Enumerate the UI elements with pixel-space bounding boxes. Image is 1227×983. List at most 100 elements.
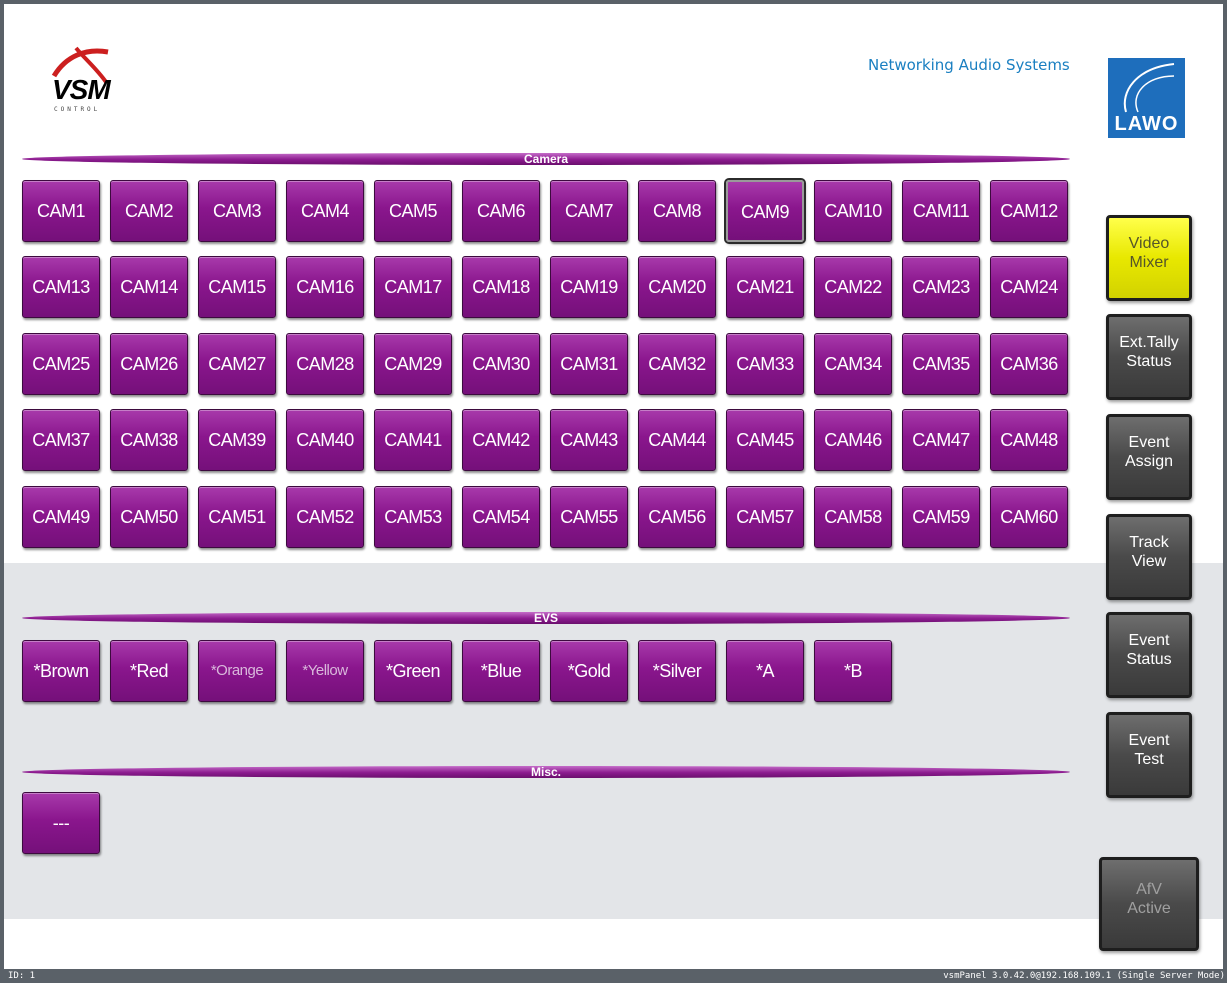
camera-button-cam15[interactable]: CAM15 bbox=[198, 256, 276, 318]
camera-button-cam8[interactable]: CAM8 bbox=[638, 180, 716, 242]
track-view-button[interactable]: Track View bbox=[1106, 514, 1192, 600]
camera-button-cam20[interactable]: CAM20 bbox=[638, 256, 716, 318]
misc-section-label: Misc. bbox=[530, 765, 561, 779]
camera-button-cam54[interactable]: CAM54 bbox=[462, 486, 540, 548]
camera-button-cam30[interactable]: CAM30 bbox=[462, 333, 540, 395]
camera-button-cam25[interactable]: CAM25 bbox=[22, 333, 100, 395]
camera-button-cam46[interactable]: CAM46 bbox=[814, 409, 892, 471]
camera-button-cam40[interactable]: CAM40 bbox=[286, 409, 364, 471]
camera-button-cam43[interactable]: CAM43 bbox=[550, 409, 628, 471]
camera-button-cam28[interactable]: CAM28 bbox=[286, 333, 364, 395]
video-mixer-button[interactable]: Video Mixer bbox=[1106, 215, 1192, 301]
misc-button-0[interactable]: --- bbox=[22, 792, 100, 854]
event-status-button[interactable]: Event Status bbox=[1106, 612, 1192, 698]
camera-button-cam13[interactable]: CAM13 bbox=[22, 256, 100, 318]
misc-section-header: Misc. bbox=[22, 765, 1070, 779]
afv-active-label: AfV Active bbox=[1127, 881, 1171, 917]
camera-section-label: Camera bbox=[523, 152, 569, 166]
camera-button-cam50[interactable]: CAM50 bbox=[110, 486, 188, 548]
camera-button-cam23[interactable]: CAM23 bbox=[902, 256, 980, 318]
camera-section-header: Camera bbox=[22, 152, 1070, 166]
evs-button-yellow[interactable]: *Yellow bbox=[286, 640, 364, 702]
camera-button-cam42[interactable]: CAM42 bbox=[462, 409, 540, 471]
camera-button-cam35[interactable]: CAM35 bbox=[902, 333, 980, 395]
tagline: Networking Audio Systems bbox=[868, 56, 1070, 74]
evs-button-red[interactable]: *Red bbox=[110, 640, 188, 702]
camera-button-cam55[interactable]: CAM55 bbox=[550, 486, 628, 548]
event-test-label: Event Test bbox=[1128, 732, 1170, 768]
ext-tally-status-button[interactable]: Ext.Tally Status bbox=[1106, 314, 1192, 400]
camera-button-cam18[interactable]: CAM18 bbox=[462, 256, 540, 318]
camera-button-cam53[interactable]: CAM53 bbox=[374, 486, 452, 548]
camera-button-cam21[interactable]: CAM21 bbox=[726, 256, 804, 318]
camera-button-cam44[interactable]: CAM44 bbox=[638, 409, 716, 471]
vsm-logo: VSM CONTROL bbox=[46, 46, 126, 118]
camera-button-cam3[interactable]: CAM3 bbox=[198, 180, 276, 242]
lawo-logo: LAWO bbox=[1108, 58, 1185, 138]
camera-button-cam49[interactable]: CAM49 bbox=[22, 486, 100, 548]
event-assign-button[interactable]: Event Assign bbox=[1106, 414, 1192, 500]
camera-button-cam47[interactable]: CAM47 bbox=[902, 409, 980, 471]
camera-button-cam48[interactable]: CAM48 bbox=[990, 409, 1068, 471]
camera-button-cam2[interactable]: CAM2 bbox=[110, 180, 188, 242]
event-test-button[interactable]: Event Test bbox=[1106, 712, 1192, 798]
camera-button-cam52[interactable]: CAM52 bbox=[286, 486, 364, 548]
camera-button-cam41[interactable]: CAM41 bbox=[374, 409, 452, 471]
camera-button-cam5[interactable]: CAM5 bbox=[374, 180, 452, 242]
camera-button-cam26[interactable]: CAM26 bbox=[110, 333, 188, 395]
camera-button-cam9[interactable]: CAM9 bbox=[726, 180, 804, 242]
camera-button-cam34[interactable]: CAM34 bbox=[814, 333, 892, 395]
camera-button-cam60[interactable]: CAM60 bbox=[990, 486, 1068, 548]
camera-button-cam56[interactable]: CAM56 bbox=[638, 486, 716, 548]
camera-button-cam6[interactable]: CAM6 bbox=[462, 180, 540, 242]
evs-button-b[interactable]: *B bbox=[814, 640, 892, 702]
evs-button-brown[interactable]: *Brown bbox=[22, 640, 100, 702]
camera-button-cam57[interactable]: CAM57 bbox=[726, 486, 804, 548]
ext-tally-status-label: Ext.Tally Status bbox=[1119, 334, 1179, 370]
camera-button-cam12[interactable]: CAM12 bbox=[990, 180, 1068, 242]
camera-button-cam27[interactable]: CAM27 bbox=[198, 333, 276, 395]
event-assign-label: Event Assign bbox=[1124, 434, 1174, 470]
camera-button-cam31[interactable]: CAM31 bbox=[550, 333, 628, 395]
camera-button-cam7[interactable]: CAM7 bbox=[550, 180, 628, 242]
evs-button-silver[interactable]: *Silver bbox=[638, 640, 716, 702]
camera-button-cam14[interactable]: CAM14 bbox=[110, 256, 188, 318]
lawo-logo-text: LAWO bbox=[1114, 113, 1179, 135]
camera-button-cam36[interactable]: CAM36 bbox=[990, 333, 1068, 395]
status-id: ID: 1 bbox=[8, 971, 36, 981]
evs-button-gold[interactable]: *Gold bbox=[550, 640, 628, 702]
evs-section-header: EVS bbox=[22, 611, 1070, 625]
camera-button-cam11[interactable]: CAM11 bbox=[902, 180, 980, 242]
camera-button-cam59[interactable]: CAM59 bbox=[902, 486, 980, 548]
camera-button-cam1[interactable]: CAM1 bbox=[22, 180, 100, 242]
camera-button-cam16[interactable]: CAM16 bbox=[286, 256, 364, 318]
afv-active-button[interactable]: AfV Active bbox=[1099, 857, 1199, 951]
camera-button-cam39[interactable]: CAM39 bbox=[198, 409, 276, 471]
camera-button-cam29[interactable]: CAM29 bbox=[374, 333, 452, 395]
vsm-logo-subtext: CONTROL bbox=[54, 106, 101, 113]
camera-button-cam37[interactable]: CAM37 bbox=[22, 409, 100, 471]
track-view-label: Track View bbox=[1129, 534, 1169, 570]
camera-button-cam4[interactable]: CAM4 bbox=[286, 180, 364, 242]
status-bar: ID: 1 vsmPanel 3.0.42.0@192.168.109.1 (S… bbox=[0, 969, 1227, 983]
camera-button-cam17[interactable]: CAM17 bbox=[374, 256, 452, 318]
camera-button-cam24[interactable]: CAM24 bbox=[990, 256, 1068, 318]
evs-button-a[interactable]: *A bbox=[726, 640, 804, 702]
evs-button-orange[interactable]: *Orange bbox=[198, 640, 276, 702]
video-mixer-label: Video Mixer bbox=[1128, 235, 1170, 271]
camera-button-cam33[interactable]: CAM33 bbox=[726, 333, 804, 395]
status-version: vsmPanel 3.0.42.0@192.168.109.1 (Single … bbox=[943, 971, 1225, 981]
evs-button-blue[interactable]: *Blue bbox=[462, 640, 540, 702]
camera-button-cam22[interactable]: CAM22 bbox=[814, 256, 892, 318]
evs-button-green[interactable]: *Green bbox=[374, 640, 452, 702]
camera-button-cam38[interactable]: CAM38 bbox=[110, 409, 188, 471]
camera-button-cam10[interactable]: CAM10 bbox=[814, 180, 892, 242]
camera-button-cam51[interactable]: CAM51 bbox=[198, 486, 276, 548]
vsm-logo-text: VSM bbox=[52, 74, 111, 105]
camera-button-cam58[interactable]: CAM58 bbox=[814, 486, 892, 548]
camera-button-cam45[interactable]: CAM45 bbox=[726, 409, 804, 471]
evs-section-label: EVS bbox=[533, 611, 558, 625]
event-status-label: Event Status bbox=[1126, 632, 1172, 668]
camera-button-cam19[interactable]: CAM19 bbox=[550, 256, 628, 318]
camera-button-cam32[interactable]: CAM32 bbox=[638, 333, 716, 395]
